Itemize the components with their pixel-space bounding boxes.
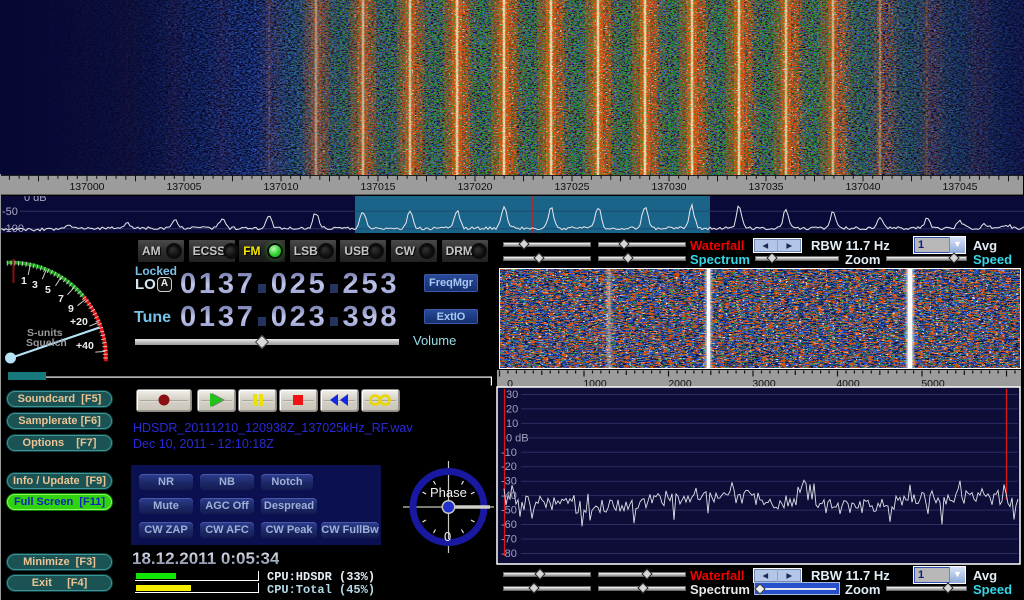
svg-text:-80: -80 (501, 548, 517, 560)
svg-text:7: 7 (58, 293, 64, 305)
svg-text:-50: -50 (501, 505, 517, 517)
svg-text:-20: -20 (501, 461, 517, 473)
svg-text:137045: 137045 (942, 181, 977, 193)
svg-text:10: 10 (506, 418, 518, 430)
svg-text:Squelch: Squelch (26, 337, 67, 349)
svg-text:-30: -30 (501, 476, 517, 488)
svg-text:-60: -60 (501, 519, 517, 531)
svg-text:0 dB: 0 dB (506, 432, 529, 444)
svg-text:3: 3 (32, 279, 38, 291)
svg-text:-10: -10 (501, 447, 517, 459)
svg-text:1: 1 (21, 275, 27, 287)
svg-text:137030: 137030 (651, 181, 686, 193)
svg-text:137025: 137025 (554, 181, 589, 193)
svg-text:+40: +40 (76, 340, 94, 352)
svg-text:20: 20 (506, 403, 518, 415)
svg-text:-40: -40 (501, 490, 517, 502)
svg-text:-70: -70 (501, 534, 517, 546)
svg-text:137035: 137035 (748, 181, 783, 193)
svg-text:30: 30 (506, 389, 518, 401)
svg-text:5: 5 (45, 284, 51, 296)
svg-text:9: 9 (68, 303, 74, 315)
svg-text:137040: 137040 (845, 181, 880, 193)
svg-text:+20: +20 (70, 316, 88, 328)
